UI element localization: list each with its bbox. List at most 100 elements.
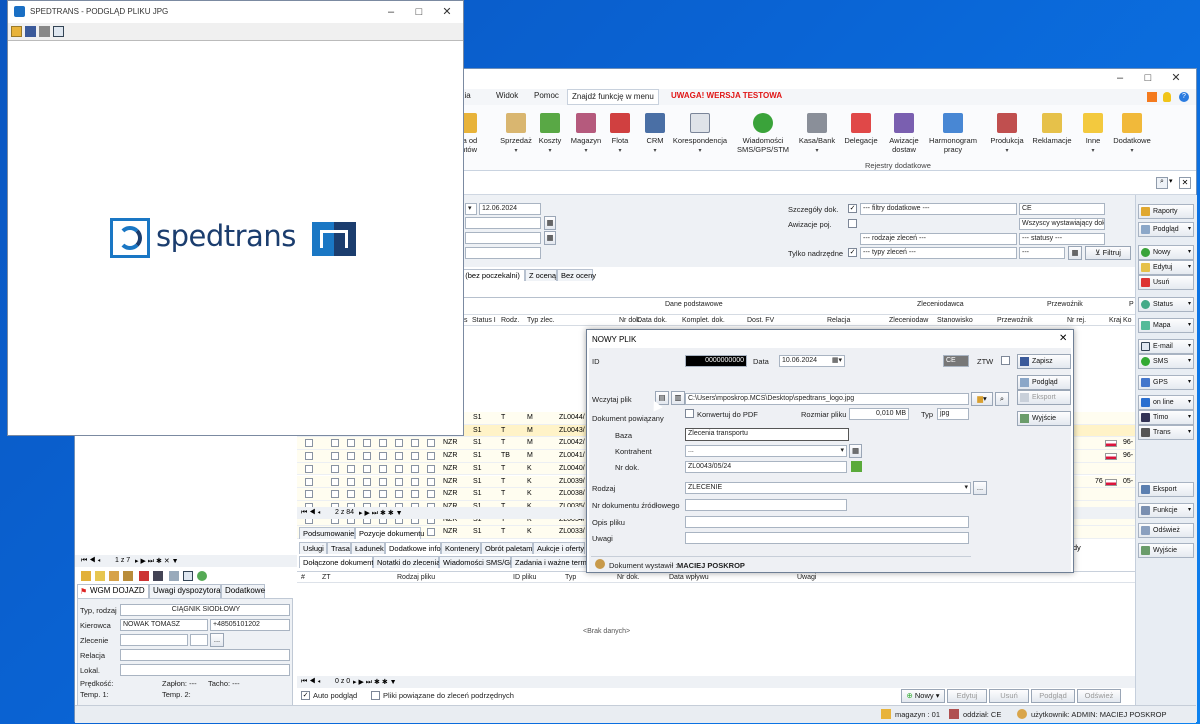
- box-icon[interactable]: [109, 571, 119, 581]
- ribbon-button[interactable]: Magazyn ▾: [568, 113, 604, 156]
- chevron-down-icon[interactable]: ▾: [1169, 177, 1173, 185]
- date-to-field[interactable]: 12.06.2024: [479, 203, 541, 215]
- reports-button[interactable]: Raporty: [1138, 204, 1194, 219]
- row-checkbox[interactable]: [305, 464, 313, 473]
- save-dialog-button[interactable]: Zapisz: [1017, 354, 1071, 369]
- details-dropdown[interactable]: --- filtry dodatkowe ---: [860, 203, 1017, 215]
- tab-route[interactable]: Trasa: [327, 542, 351, 554]
- search-icon[interactable]: ⌕: [1156, 177, 1168, 189]
- types-dropdown[interactable]: --- typy zleceń ---: [860, 247, 1017, 259]
- save-icon[interactable]: [25, 26, 36, 37]
- tab-all[interactable]: e (bez poczekalni): [455, 269, 525, 281]
- type-field[interactable]: CIĄGNIK SIODŁOWY: [120, 604, 290, 616]
- edit-button[interactable]: Edytuj: [947, 689, 987, 703]
- help-icon[interactable]: ?: [1179, 92, 1189, 102]
- preview-button[interactable]: Podgląd: [1031, 689, 1075, 703]
- browse-button[interactable]: ▦: [544, 231, 556, 245]
- row-checkbox[interactable]: [427, 452, 435, 461]
- relation-field[interactable]: [120, 649, 290, 661]
- filter-field[interactable]: [465, 247, 541, 259]
- row-checkbox[interactable]: [395, 490, 403, 499]
- ce-dropdown[interactable]: CE: [1019, 203, 1105, 215]
- order-field-2[interactable]: [190, 634, 208, 646]
- base-field[interactable]: Zlecenia transportu: [685, 428, 849, 441]
- paste-button[interactable]: ▥: [671, 391, 685, 405]
- filter-field[interactable]: [465, 217, 541, 229]
- tab-containers[interactable]: Kontenery: [441, 542, 481, 554]
- row-checkbox[interactable]: [395, 477, 403, 486]
- close-icon[interactable]: ✕: [1059, 333, 1067, 344]
- sms-button[interactable]: SMS ▾: [1138, 354, 1194, 369]
- row-checkbox[interactable]: [411, 490, 419, 499]
- ribbon-button[interactable]: Korespondencja ▾: [671, 113, 729, 156]
- ribbon-button[interactable]: Delegacje: [842, 113, 880, 145]
- bulb-icon[interactable]: [1163, 92, 1171, 102]
- pager-nav[interactable]: ⏮ ◀ ◂: [301, 678, 321, 686]
- tab-wgm[interactable]: ⚑ WGM DOJAZD: [77, 584, 149, 598]
- ribbon-button[interactable]: Flota ▾: [605, 113, 635, 156]
- filter-field[interactable]: [465, 232, 541, 244]
- scan-button[interactable]: ⌕: [995, 392, 1009, 406]
- folder-icon[interactable]: [11, 26, 22, 37]
- row-checkbox[interactable]: [305, 439, 313, 448]
- row-checkbox[interactable]: [331, 464, 339, 473]
- exit-dialog-button[interactable]: Wyjście: [1017, 411, 1071, 426]
- row-checkbox[interactable]: [305, 477, 313, 486]
- row-checkbox[interactable]: [331, 490, 339, 499]
- row-checkbox[interactable]: [427, 439, 435, 448]
- gps-button[interactable]: GPS ▾: [1138, 375, 1194, 390]
- online-button[interactable]: on line ▾: [1138, 395, 1194, 410]
- tab-notes[interactable]: Uwagi dyspozytora: [149, 584, 221, 598]
- map-button[interactable]: Mapa ▾: [1138, 318, 1194, 333]
- row-checkbox[interactable]: [411, 439, 419, 448]
- trans-button[interactable]: Trans ▾: [1138, 425, 1194, 440]
- folder-icon[interactable]: [81, 571, 91, 581]
- ribbon-button[interactable]: Produkcja ▾: [987, 113, 1027, 156]
- tab-extra[interactable]: Dodatkowe: [221, 584, 265, 598]
- folder-icon[interactable]: [95, 571, 105, 581]
- truck-icon[interactable]: [139, 571, 149, 581]
- row-checkbox[interactable]: [379, 439, 387, 448]
- browse-folder-button[interactable]: ▆▾: [971, 392, 993, 406]
- row-checkbox[interactable]: [347, 452, 355, 461]
- delete-button[interactable]: Usuń: [989, 689, 1029, 703]
- tab-positions[interactable]: Pozycje dokumentu: [355, 527, 424, 539]
- mail-icon[interactable]: [53, 26, 64, 37]
- phone-field[interactable]: +48505101202: [210, 619, 290, 631]
- order-browse-button[interactable]: ...: [210, 633, 224, 647]
- parent-checkbox[interactable]: ✓: [848, 248, 857, 257]
- export-dialog-button[interactable]: Eksport: [1017, 390, 1071, 405]
- docno-field[interactable]: ZL0043/05/24: [685, 461, 847, 473]
- pager-nav[interactable]: ▸ ▶ ⏭ ✱ ✕ ▼: [135, 557, 179, 566]
- statuses-dropdown[interactable]: --- statusy ---: [1019, 233, 1105, 245]
- ribbon-button[interactable]: CRM ▾: [641, 113, 669, 156]
- find-function[interactable]: Znajdź funkcję w menu: [567, 89, 659, 105]
- close-button[interactable]: ✕: [440, 5, 454, 19]
- row-checkbox[interactable]: [363, 490, 371, 499]
- row-checkbox[interactable]: [363, 464, 371, 473]
- ribbon-button[interactable]: Wiadomości SMS/GPS/STM: [735, 113, 791, 154]
- pager-nav[interactable]: ⏮ ◀ ◂: [301, 509, 321, 517]
- row-checkbox[interactable]: [411, 477, 419, 486]
- dash-dropdown[interactable]: ---: [1019, 247, 1065, 259]
- file-desc-field[interactable]: [685, 516, 969, 528]
- exit-right-button[interactable]: Wyjście: [1138, 543, 1194, 558]
- calendar-button[interactable]: ▦: [1068, 246, 1082, 260]
- sms-icon[interactable]: [197, 571, 207, 581]
- row-checkbox[interactable]: [427, 477, 435, 486]
- row-checkbox[interactable]: [395, 439, 403, 448]
- ribbon-button[interactable]: Reklamacje: [1030, 113, 1074, 145]
- delete-right-button[interactable]: Usuń: [1138, 275, 1194, 290]
- export-button[interactable]: Eksport: [1138, 482, 1194, 497]
- timo-button[interactable]: Timo ▾: [1138, 410, 1194, 425]
- tab-summary[interactable]: Podsumowanie: [299, 527, 355, 539]
- tab-sms-gps[interactable]: Wiadomości SMS/GPS: [439, 556, 520, 568]
- notes-field[interactable]: [685, 532, 969, 544]
- tab-pallets[interactable]: Obrót paletami: [481, 542, 534, 554]
- contractor-browse-button[interactable]: ▦: [849, 444, 862, 458]
- row-checkbox[interactable]: [379, 452, 387, 461]
- row-checkbox[interactable]: [305, 490, 313, 499]
- row-checkbox[interactable]: [331, 439, 339, 448]
- row-checkbox[interactable]: [427, 464, 435, 473]
- file-path-field[interactable]: C:\Users\mposkrop.MCS\Desktop\spedtrans_…: [685, 393, 969, 405]
